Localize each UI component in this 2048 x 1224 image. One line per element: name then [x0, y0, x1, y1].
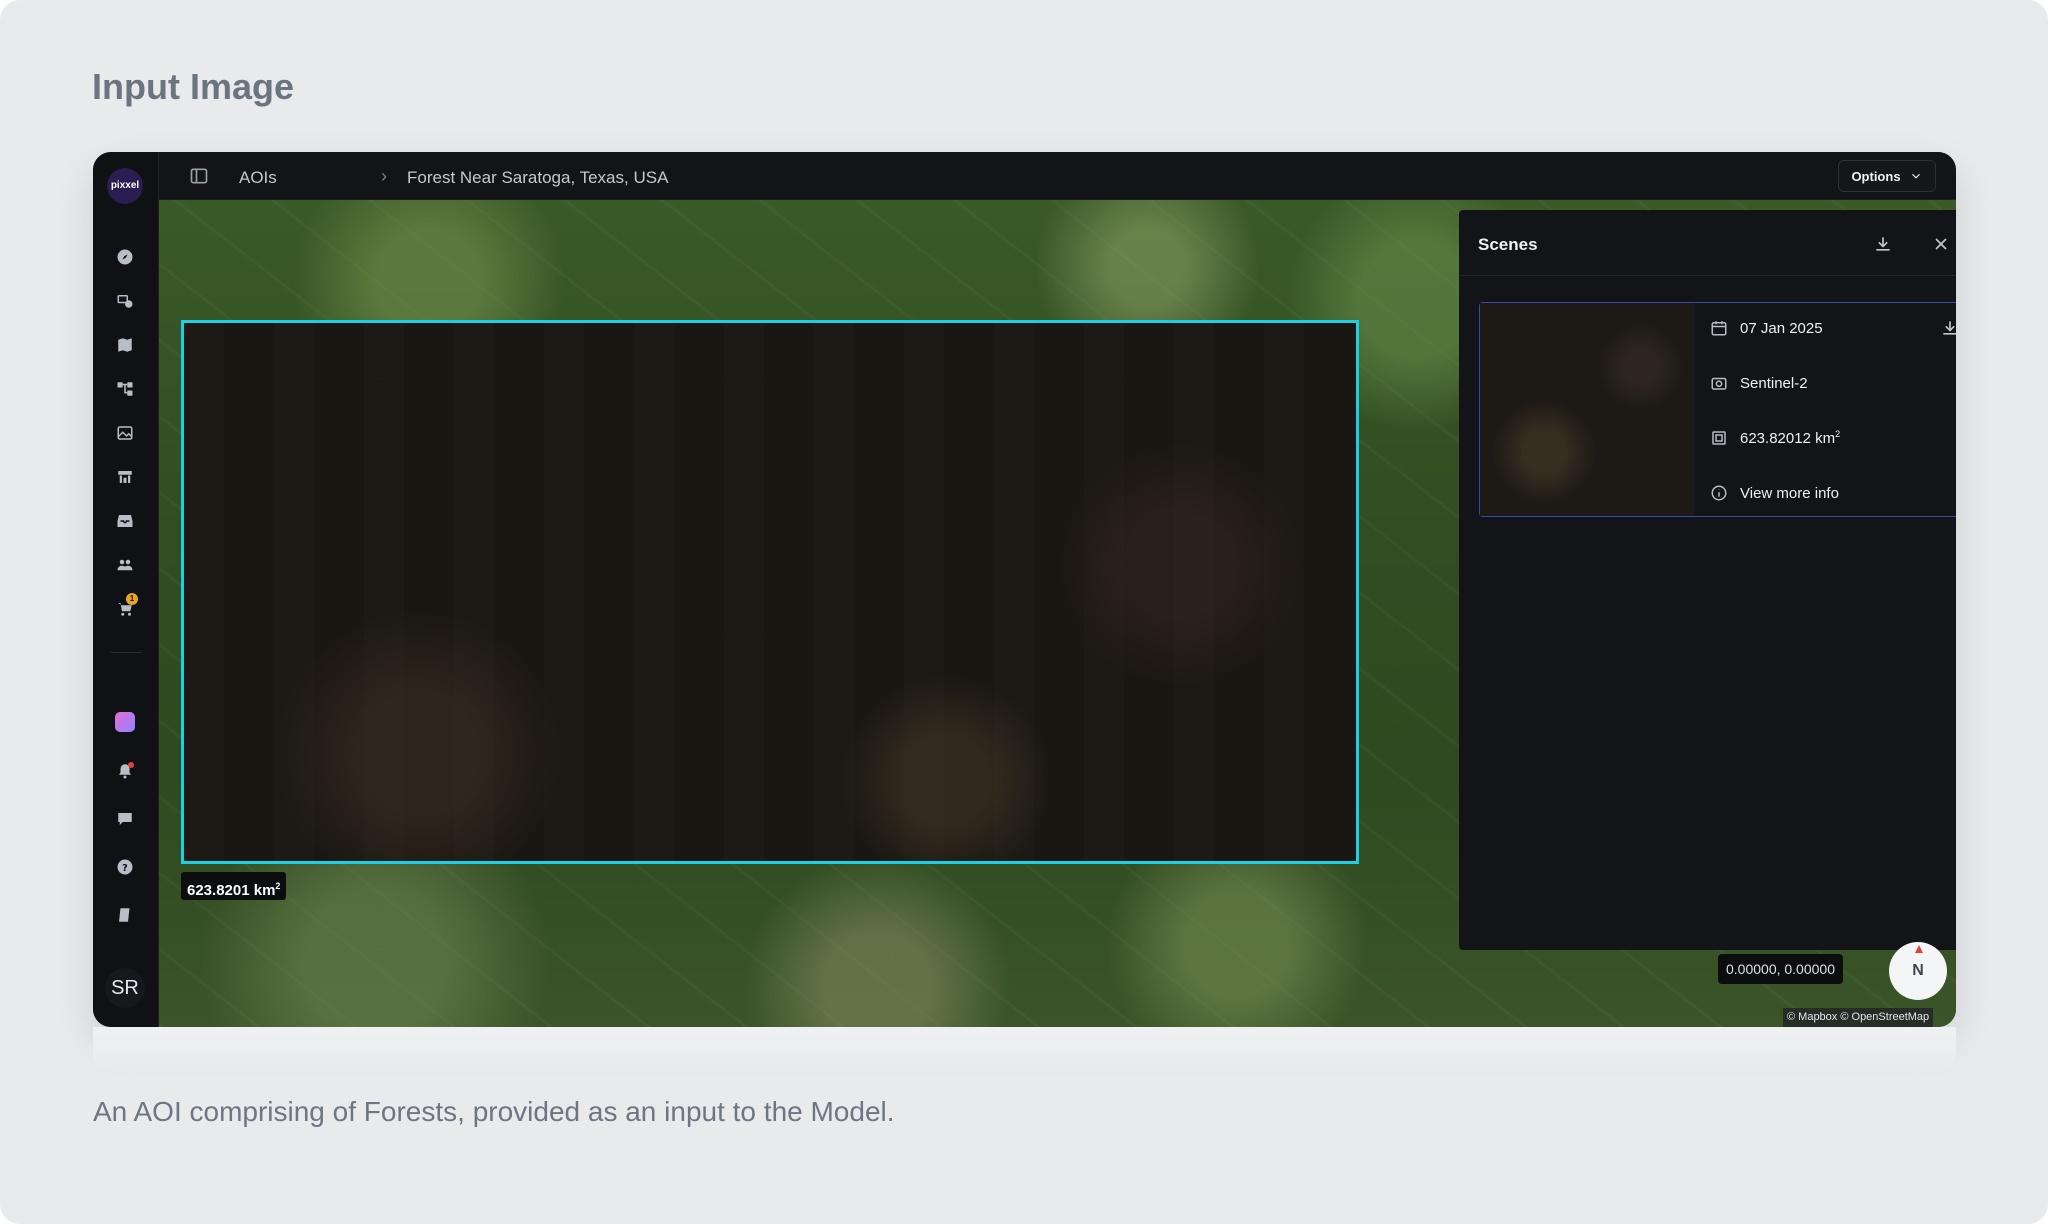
compass-needle-icon	[1915, 945, 1923, 953]
presentation-card: Input Image pixxel 1 ? SR AOIs › Forest …	[0, 0, 2048, 1224]
aoi-area-value: 623.8201 km	[187, 882, 276, 899]
card-title: Input Image	[92, 66, 295, 107]
team-icon[interactable]	[114, 554, 136, 576]
options-label: Options	[1851, 168, 1901, 184]
breadcrumb-separator: ›	[381, 166, 387, 186]
store-icon[interactable]	[114, 466, 136, 488]
map-canvas[interactable]: 623.8201 km2 Scenes 07 Jan 2025 Sentinel…	[159, 200, 1956, 1027]
scene-thumbnail[interactable]	[1480, 303, 1694, 516]
frame-footer	[93, 1027, 1956, 1072]
caption: An AOI comprising of Forests, provided a…	[93, 1096, 895, 1127]
help-icon[interactable]: ?	[114, 856, 136, 878]
inbox-icon[interactable]	[114, 510, 136, 532]
view-more-info-link[interactable]: View more info	[1740, 485, 1839, 502]
aoi-area-exponent: 2	[275, 881, 281, 891]
app-window: pixxel 1 ? SR AOIs › Forest Near Saratog…	[93, 152, 1956, 1027]
breadcrumb-current: Forest Near Saratoga, Texas, USA	[407, 168, 669, 187]
cart-badge: 1	[126, 593, 138, 605]
compass-icon[interactable]	[114, 246, 136, 268]
top-bar: AOIs › Forest Near Saratoga, Texas, USA …	[159, 152, 1956, 200]
compass-label: N	[1912, 962, 1924, 979]
aoi-polygon[interactable]	[181, 320, 1359, 864]
scene-card[interactable]: 07 Jan 2025 Sentinel-2 623.82012 km2 Vie…	[1479, 302, 1956, 517]
scene-area: 623.82012 km2	[1740, 429, 1840, 447]
calendar-icon	[1711, 321, 1727, 336]
scene-download-icon[interactable]	[1940, 318, 1956, 338]
sidebar-toggle-icon[interactable]	[189, 166, 209, 186]
workflow-icon[interactable]	[114, 378, 136, 400]
chevron-down-icon	[1911, 173, 1920, 179]
left-rail: pixxel 1 ? SR	[93, 152, 159, 1027]
scene-area-exponent: 2	[1835, 429, 1841, 439]
area-icon	[1712, 431, 1726, 445]
app-logo[interactable]: pixxel	[107, 168, 143, 204]
scene-sensor-row: Sentinel-2	[1710, 372, 1808, 394]
scene-date: 07 Jan 2025	[1740, 319, 1823, 337]
notification-dot	[128, 762, 134, 768]
camera-icon	[1711, 377, 1727, 390]
rail-divider	[111, 652, 141, 653]
breadcrumb-aois[interactable]: AOIs	[239, 168, 277, 188]
scenes-panel: Scenes 07 Jan 2025 Sentinel-2 623.82012 …	[1459, 210, 1956, 950]
svg-text:?: ?	[122, 863, 128, 874]
docs-icon[interactable]	[114, 904, 136, 926]
avatar[interactable]: SR	[105, 968, 145, 1008]
download-icon[interactable]	[1873, 234, 1893, 254]
map-icon[interactable]	[114, 334, 136, 356]
scenes-header: Scenes	[1459, 210, 1956, 276]
scenes-title: Scenes	[1478, 235, 1538, 254]
chat-icon[interactable]	[114, 808, 136, 830]
scene-more-info-row[interactable]: View more info	[1710, 482, 1839, 504]
coordinates-readout: 0.00000, 0.00000	[1718, 954, 1843, 984]
aoi-area-label: 623.8201 km2	[181, 872, 287, 900]
scene-area-row: 623.82012 km2	[1710, 427, 1840, 449]
scene-date-row: 07 Jan 2025	[1710, 317, 1823, 339]
image-icon[interactable]	[114, 422, 136, 444]
map-attribution[interactable]: © Mapbox © OpenStreetMap	[1783, 1008, 1934, 1027]
compass-button[interactable]: N	[1889, 942, 1947, 1000]
satellite-icon[interactable]	[114, 290, 136, 312]
gradient-app-icon[interactable]	[115, 712, 135, 732]
info-icon	[1711, 485, 1727, 501]
scene-sensor: Sentinel-2	[1740, 374, 1808, 392]
options-button[interactable]: Options	[1838, 160, 1936, 192]
scene-area-value: 623.82012 km	[1740, 430, 1836, 447]
close-icon[interactable]	[1931, 234, 1951, 254]
